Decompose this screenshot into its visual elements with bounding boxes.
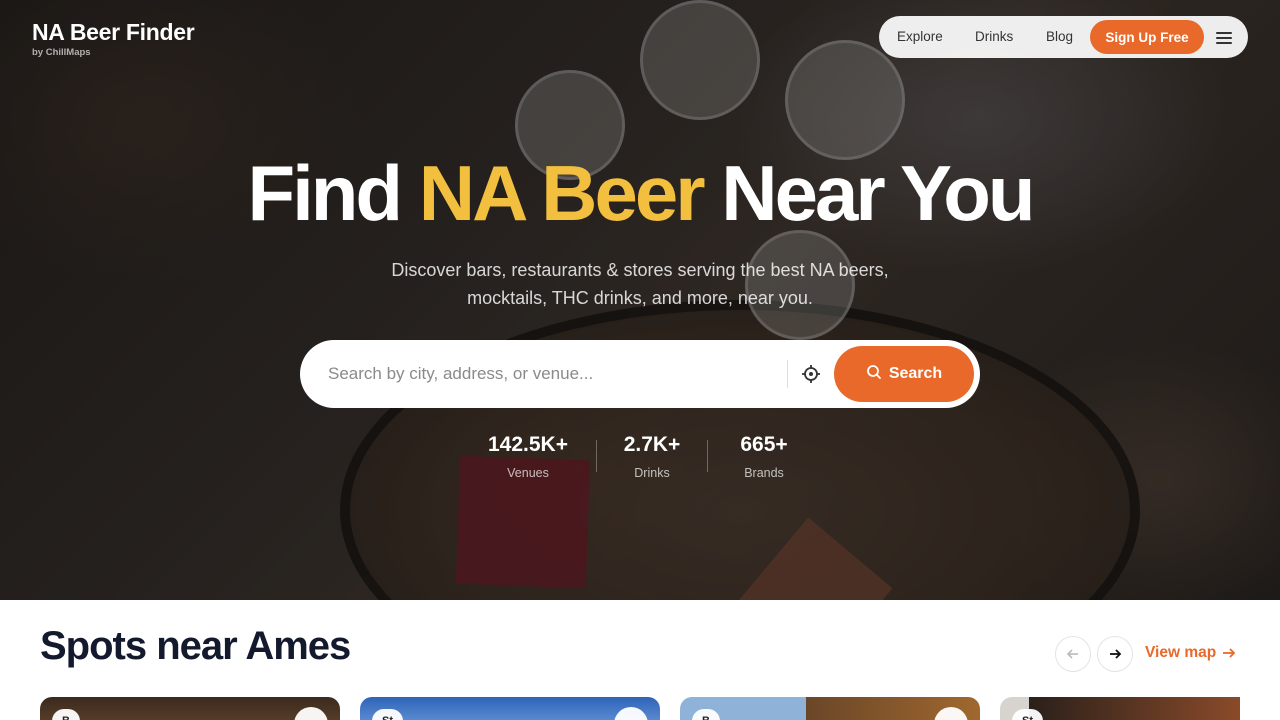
hero-title-part1: Find [247,149,419,237]
heart-icon[interactable] [294,707,328,720]
hero-title-part2: Near You [702,149,1035,237]
stat-drinks: 2.7K+ Drinks [612,433,692,480]
spot-card-tag: B [52,709,80,720]
carousel-next-button[interactable] [1097,636,1133,672]
spot-card-tag: St [1012,709,1043,720]
stat-label: Venues [507,466,549,480]
logo-subtitle: by ChillMaps [32,47,91,58]
logo-title: NA Beer Finder [32,19,195,45]
hero-title-accent: NA Beer [418,149,706,237]
heart-icon[interactable] [934,707,968,720]
view-map-label: View map [1145,644,1217,661]
spot-card[interactable]: St [360,697,660,720]
spot-card[interactable]: St [1000,697,1240,720]
heart-icon[interactable] [614,707,648,720]
stat-venues: 142.5K+ Venues [480,433,576,480]
hero-title: Find NA Beer Near You [0,148,1280,239]
search-bar: Search [300,340,980,408]
crosshair-locate-icon[interactable] [799,362,823,386]
stat-divider [596,440,597,472]
search-button[interactable]: Search [834,346,974,402]
search-input[interactable] [328,358,778,390]
sign-up-button[interactable]: Sign Up Free [1090,20,1204,54]
arrow-right-icon [1110,649,1122,659]
section-title: Spots near Ames [40,624,351,668]
spot-card-tag: St [372,709,403,720]
spot-card-tag: B [692,709,720,720]
arrow-left-icon [1066,649,1078,659]
stat-divider [707,440,708,472]
spot-card[interactable]: B [40,697,340,720]
nav-link-explore[interactable]: Explore [897,29,943,44]
stat-brands: 665+ Brands [724,433,804,480]
hero-subtitle: Discover bars, restaurants & stores serv… [391,260,889,308]
stat-label: Brands [744,466,784,480]
arrow-right-icon [1223,648,1236,658]
site-logo[interactable]: NA Beer Finder by ChillMaps [32,19,195,58]
search-button-label: Search [888,365,943,382]
stat-label: Drinks [634,466,670,480]
search-icon [866,364,882,385]
view-map-link[interactable]: View map [1145,644,1236,662]
spot-card[interactable]: B [680,697,980,720]
carousel-prev-button[interactable] [1055,636,1091,672]
hamburger-menu-icon[interactable] [1215,30,1235,44]
nav-link-blog[interactable]: Blog [1046,29,1073,44]
stat-value: 2.7K+ [623,433,681,456]
stat-value: 142.5K+ [488,433,568,456]
stat-value: 665+ [740,433,788,456]
search-divider [787,360,788,388]
nav-link-drinks[interactable]: Drinks [975,29,1013,44]
top-navigation: Explore Drinks Blog Sign Up Free [879,16,1248,58]
